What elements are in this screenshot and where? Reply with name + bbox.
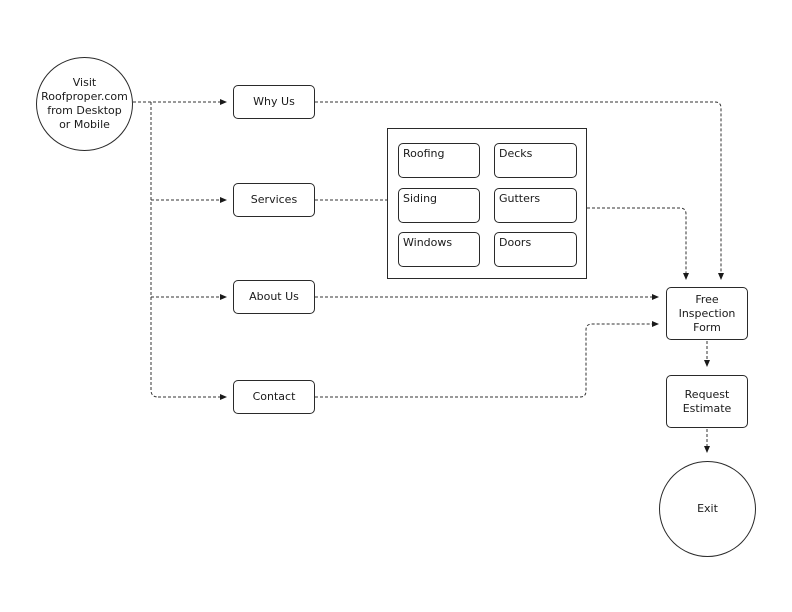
why-us-node[interactable]: Why Us: [233, 85, 315, 119]
service-windows[interactable]: Windows: [398, 232, 480, 267]
services-label: Services: [250, 193, 298, 206]
services-group: Roofing Decks Siding Gutters Windows Doo…: [387, 128, 587, 279]
service-roofing[interactable]: Roofing: [398, 143, 480, 178]
services-node[interactable]: Services: [233, 183, 315, 217]
service-decks[interactable]: Decks: [494, 143, 577, 178]
service-roofing-label: Roofing: [403, 147, 445, 160]
about-us-node[interactable]: About Us: [233, 280, 315, 314]
service-doors-label: Doors: [499, 236, 532, 249]
edge-group-form: [587, 207, 689, 280]
request-estimate-label: Request Estimate: [682, 387, 732, 415]
why-us-label: Why Us: [253, 95, 295, 108]
about-us-label: About Us: [249, 290, 299, 303]
request-estimate-node[interactable]: Request Estimate: [666, 375, 748, 428]
service-decks-label: Decks: [499, 147, 533, 160]
service-gutters-label: Gutters: [499, 192, 541, 205]
start-node[interactable]: Visit Roofproper.com from Desktop or Mob…: [36, 57, 133, 151]
free-inspection-node[interactable]: Free Inspection Form: [666, 287, 748, 340]
edge-contact-form: [315, 321, 659, 398]
edge-trunk: [150, 102, 159, 398]
contact-node[interactable]: Contact: [233, 380, 315, 414]
exit-node[interactable]: Exit: [659, 461, 756, 557]
service-gutters[interactable]: Gutters: [494, 188, 577, 223]
service-siding[interactable]: Siding: [398, 188, 480, 223]
free-inspection-label: Free Inspection Form: [678, 292, 736, 334]
contact-label: Contact: [252, 390, 296, 403]
service-doors[interactable]: Doors: [494, 232, 577, 267]
exit-label: Exit: [697, 502, 718, 515]
service-siding-label: Siding: [403, 192, 438, 205]
service-windows-label: Windows: [403, 236, 453, 249]
start-node-label: Visit Roofproper.com from Desktop or Mob…: [41, 76, 128, 131]
